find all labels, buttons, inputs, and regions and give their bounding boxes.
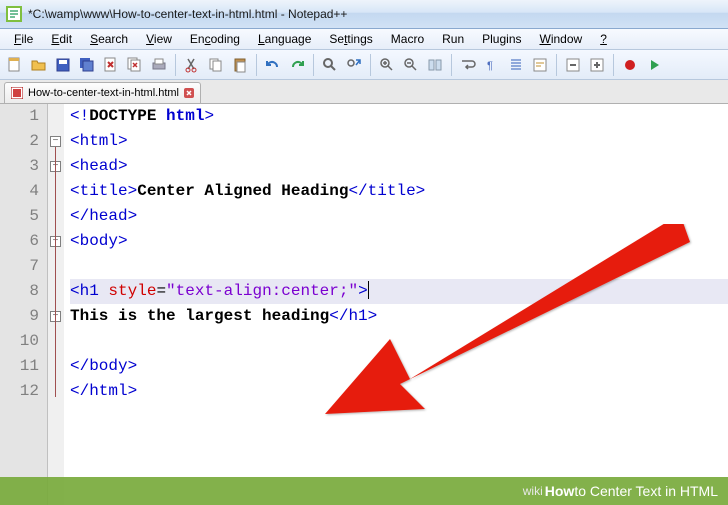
- menu-macro[interactable]: Macro: [383, 30, 432, 48]
- editor[interactable]: 123 456 789 101112 − − − − <!DOCTYPE htm…: [0, 104, 728, 505]
- redo-button[interactable]: [286, 54, 308, 76]
- menu-plugins[interactable]: Plugins: [474, 30, 529, 48]
- text-cursor: [368, 281, 369, 299]
- print-button[interactable]: [148, 54, 170, 76]
- undo-button[interactable]: [262, 54, 284, 76]
- fold-button[interactable]: [562, 54, 584, 76]
- svg-text:¶: ¶: [487, 60, 493, 72]
- toolbar-separator: [556, 54, 557, 76]
- menubar: File Edit Search View Encoding Language …: [0, 29, 728, 50]
- line-number-gutter: 123 456 789 101112: [0, 104, 48, 505]
- menu-window[interactable]: Window: [532, 30, 591, 48]
- menu-view[interactable]: View: [138, 30, 180, 48]
- code-area[interactable]: <!DOCTYPE html> <html> <head> <title>Cen…: [64, 104, 728, 505]
- fold-box[interactable]: −: [50, 136, 61, 147]
- titlebar: *C:\wamp\www\How-to-center-text-in-html.…: [0, 0, 728, 29]
- close-button[interactable]: [100, 54, 122, 76]
- show-all-button[interactable]: ¶: [481, 54, 503, 76]
- watermark-brand: wiki: [523, 484, 543, 498]
- toolbar-separator: [451, 54, 452, 76]
- menu-search[interactable]: Search: [82, 30, 136, 48]
- watermark-text: How: [545, 483, 575, 499]
- tab-label: How-to-center-text-in-html.html: [28, 87, 179, 99]
- toolbar-separator: [256, 54, 257, 76]
- new-button[interactable]: [4, 54, 26, 76]
- menu-encoding[interactable]: Encoding: [182, 30, 248, 48]
- find-button[interactable]: [319, 54, 341, 76]
- app-window: *C:\wamp\www\How-to-center-text-in-html.…: [0, 0, 728, 505]
- fold-column[interactable]: − − − −: [48, 104, 64, 505]
- menu-edit[interactable]: Edit: [43, 30, 80, 48]
- wrap-button[interactable]: [457, 54, 479, 76]
- sync-button[interactable]: [424, 54, 446, 76]
- toolbar-separator: [313, 54, 314, 76]
- lang-button[interactable]: [529, 54, 551, 76]
- close-all-button[interactable]: [124, 54, 146, 76]
- file-modified-icon: [11, 87, 23, 99]
- tabbar: How-to-center-text-in-html.html: [0, 80, 728, 104]
- save-button[interactable]: [52, 54, 74, 76]
- current-line: <h1 style="text-align:center;">: [70, 279, 728, 304]
- copy-button[interactable]: [205, 54, 227, 76]
- open-button[interactable]: [28, 54, 50, 76]
- window-title: *C:\wamp\www\How-to-center-text-in-html.…: [28, 7, 347, 21]
- menu-file[interactable]: File: [6, 30, 41, 48]
- menu-help[interactable]: ?: [592, 30, 615, 48]
- tab-close-icon[interactable]: [184, 88, 194, 98]
- paste-button[interactable]: [229, 54, 251, 76]
- menu-language[interactable]: Language: [250, 30, 319, 48]
- menu-run[interactable]: Run: [434, 30, 472, 48]
- unfold-button[interactable]: [586, 54, 608, 76]
- menu-settings[interactable]: Settings: [321, 30, 380, 48]
- save-all-button[interactable]: [76, 54, 98, 76]
- file-tab[interactable]: How-to-center-text-in-html.html: [4, 82, 201, 103]
- play-button[interactable]: [643, 54, 665, 76]
- indent-guide-button[interactable]: [505, 54, 527, 76]
- toolbar-separator: [370, 54, 371, 76]
- zoom-in-button[interactable]: [376, 54, 398, 76]
- zoom-out-button[interactable]: [400, 54, 422, 76]
- app-icon: [6, 6, 22, 22]
- record-button[interactable]: [619, 54, 641, 76]
- replace-button[interactable]: [343, 54, 365, 76]
- toolbar-separator: [175, 54, 176, 76]
- watermark-footer: wikiHow to Center Text in HTML: [0, 477, 728, 505]
- toolbar-separator: [613, 54, 614, 76]
- toolbar: ¶: [0, 50, 728, 80]
- cut-button[interactable]: [181, 54, 203, 76]
